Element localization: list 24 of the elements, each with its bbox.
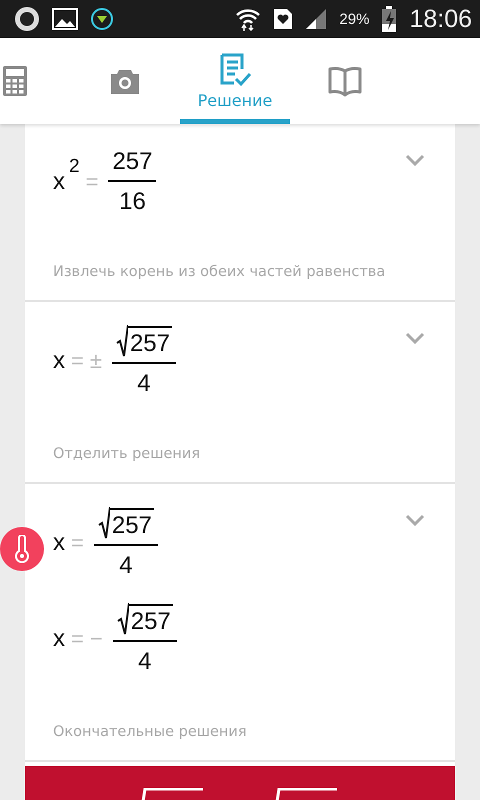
numerator: 257 xyxy=(112,148,152,176)
step-caption: Отделить решения xyxy=(53,446,202,462)
variable: x xyxy=(53,347,65,375)
equals-sign: = xyxy=(71,348,84,374)
equals-sign: = xyxy=(86,169,98,195)
equals-sign: = xyxy=(71,530,84,556)
denominator: 4 xyxy=(119,551,133,580)
denominator: 4 xyxy=(138,647,152,676)
numerator: 257 xyxy=(128,604,173,636)
sign: ± xyxy=(90,348,102,374)
step-caption: Извлечь корень из обеих частей равенства xyxy=(53,264,386,280)
variable: x xyxy=(53,529,65,557)
variable: x xyxy=(53,168,65,196)
clock: 18:06 xyxy=(409,4,472,34)
variable: x xyxy=(53,625,65,653)
numerator: 257 xyxy=(110,508,154,540)
denominator: 16 xyxy=(119,187,146,216)
denominator: 4 xyxy=(137,369,151,398)
sign: − xyxy=(90,626,103,652)
battery-percent: 29% xyxy=(339,10,370,28)
step-caption: Окончательные решения xyxy=(53,724,248,740)
equals-sign: = xyxy=(71,626,84,652)
exponent: 2 xyxy=(69,156,80,178)
numerator: 257 xyxy=(128,326,172,358)
